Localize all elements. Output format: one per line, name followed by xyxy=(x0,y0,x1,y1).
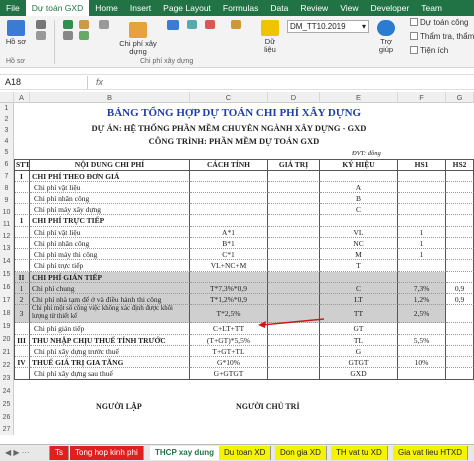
tab-developer[interactable]: Developer xyxy=(364,0,415,16)
row-header[interactable]: 7 xyxy=(0,171,14,183)
worksheet[interactable]: BẢNG TỔNG HỢP DỰ TOÁN CHI PHÍ XÂY DỰNG D… xyxy=(14,103,474,437)
table-icon xyxy=(63,31,73,40)
tab-page-layout[interactable]: Page Layout xyxy=(157,0,217,16)
excel-icon xyxy=(63,20,73,29)
tab-du-toan-gxd[interactable]: Dự toán GXD xyxy=(25,0,90,16)
row-header[interactable]: 26 xyxy=(0,411,14,424)
row-header[interactable]: 22 xyxy=(0,359,14,372)
ribbon-tab-bar: File Dự toán GXD Home Insert Page Layout… xyxy=(0,0,474,16)
row-header[interactable]: 27 xyxy=(0,424,14,435)
sheet-tab-du-toan[interactable]: Du toan XD xyxy=(219,446,272,460)
row-header[interactable]: 13 xyxy=(0,243,14,255)
col-header-b[interactable]: B xyxy=(30,92,190,103)
sheet-tab-gia-vat-lieu[interactable]: Gia vat lieu HTXD xyxy=(393,446,469,460)
chi-phi-xay-dung-button[interactable]: Chi phí xây dựng xyxy=(116,22,160,56)
arrow-line xyxy=(261,318,325,326)
toolbar-icons-f[interactable] xyxy=(204,20,216,31)
flag-icon xyxy=(205,20,215,29)
row-header[interactable]: 19 xyxy=(0,320,14,333)
col-header-f[interactable]: F xyxy=(398,92,446,103)
row-header[interactable]: 17 xyxy=(0,294,14,307)
help-icon xyxy=(377,20,395,36)
row-header[interactable]: 18 xyxy=(0,307,14,320)
row-header[interactable]: 25 xyxy=(0,398,14,411)
col-header-a[interactable]: A xyxy=(14,92,30,103)
annotation-arrow xyxy=(258,318,325,328)
row-header[interactable]: 5 xyxy=(0,147,14,159)
ribbon: Hồ sơ Chi phí xây dựng Dữ liệu DM_TT10.2… xyxy=(0,16,474,68)
sheet-tab-tong-hop[interactable]: Tong hop kinh phi xyxy=(70,446,144,460)
name-box[interactable]: A18 xyxy=(2,76,88,89)
row-header[interactable]: 16 xyxy=(0,281,14,294)
row-header[interactable]: 10 xyxy=(0,207,14,219)
row-header[interactable]: 6 xyxy=(0,159,14,171)
grid-icon xyxy=(36,20,46,29)
col-header-e[interactable]: E xyxy=(320,92,398,103)
database-icon xyxy=(261,20,279,36)
group-label-chi-phi: Chi phí xây dựng xyxy=(140,58,194,65)
toolbar-icons-b[interactable] xyxy=(78,20,90,42)
calc-icon xyxy=(79,20,89,29)
row-header[interactable]: 11 xyxy=(0,219,14,231)
check-du-toan-cong[interactable]: Dự toán công xyxy=(410,18,469,27)
money-icon xyxy=(231,20,241,29)
tab-view[interactable]: View xyxy=(334,0,364,16)
row-header[interactable]: 14 xyxy=(0,255,14,268)
tab-data[interactable]: Data xyxy=(264,0,294,16)
sheet-tab-ts[interactable]: Ts xyxy=(50,446,69,460)
toolbar-icons-g[interactable] xyxy=(230,20,242,31)
tab-team[interactable]: Team xyxy=(415,0,448,16)
tab-home[interactable]: Home xyxy=(89,0,124,16)
row-header[interactable]: 12 xyxy=(0,231,14,243)
building-icon xyxy=(129,22,147,38)
list-icon xyxy=(36,31,46,40)
sheet-tab-th-vat-tu[interactable]: TH vat tu XD xyxy=(331,446,388,460)
row-header[interactable]: 8 xyxy=(0,183,14,195)
toolbar-icons-a[interactable] xyxy=(62,20,74,42)
du-lieu-button[interactable]: Dữ liệu xyxy=(258,20,282,54)
group-label-ho-so: Hồ sơ xyxy=(6,58,25,65)
select-all-corner[interactable] xyxy=(0,92,14,103)
formula-bar: A18 fx xyxy=(0,74,474,90)
check-tham-tra[interactable]: Thẩm tra, thẩm xyxy=(410,32,474,41)
toolbar-icons-e[interactable] xyxy=(186,20,198,31)
sheet-tab-don-gia[interactable]: Don gia XD xyxy=(275,446,327,460)
arrow-head xyxy=(258,321,266,328)
toolbar-icons-d[interactable] xyxy=(166,20,180,32)
row-header[interactable]: 21 xyxy=(0,346,14,359)
check-tien-ich[interactable]: Tiện ích xyxy=(410,46,448,55)
sheet-tab-thcp[interactable]: THCP xay dung xyxy=(150,446,220,460)
sheet-nav-arrows[interactable]: ◀ ▶ ··· xyxy=(0,446,50,460)
sheet-icon xyxy=(79,31,89,40)
col-header-g[interactable]: G xyxy=(446,92,474,103)
toolbar-icons-c[interactable] xyxy=(98,20,110,31)
ho-so-button[interactable]: Hồ sơ xyxy=(4,20,28,46)
row-header[interactable]: 9 xyxy=(0,195,14,207)
folder-icon xyxy=(7,20,25,36)
row-header[interactable]: 2 xyxy=(0,114,14,125)
tab-file[interactable]: File xyxy=(0,0,26,16)
row-header[interactable]: 24 xyxy=(0,385,14,398)
tab-review[interactable]: Review xyxy=(294,0,334,16)
chart-icon xyxy=(187,20,197,29)
tab-insert[interactable]: Insert xyxy=(124,0,157,16)
sheet-tab-bar: ◀ ▶ ··· Ts Tong hop kinh phi THCP xay du… xyxy=(0,444,474,461)
column-headers: A B C D E F G xyxy=(0,92,474,103)
row-header[interactable]: 1 xyxy=(0,103,14,114)
print-icon xyxy=(99,20,109,29)
row-header[interactable]: 3 xyxy=(0,125,14,136)
norm-dropdown[interactable]: DM_TT10.2019 xyxy=(287,20,369,33)
fx-label: fx xyxy=(96,77,104,87)
tab-formulas[interactable]: Formulas xyxy=(217,0,264,16)
row-header[interactable]: 20 xyxy=(0,333,14,346)
row-header[interactable]: 4 xyxy=(0,136,14,147)
col-header-d[interactable]: D xyxy=(268,92,320,103)
col-header-c[interactable]: C xyxy=(190,92,268,103)
separator xyxy=(54,20,55,64)
help-button[interactable]: Trợ giúp xyxy=(374,20,398,54)
row-header[interactable]: 23 xyxy=(0,372,14,385)
ribbon-small-buttons[interactable] xyxy=(34,20,48,42)
document-icon xyxy=(167,20,179,30)
row-header[interactable]: 15 xyxy=(0,268,14,281)
